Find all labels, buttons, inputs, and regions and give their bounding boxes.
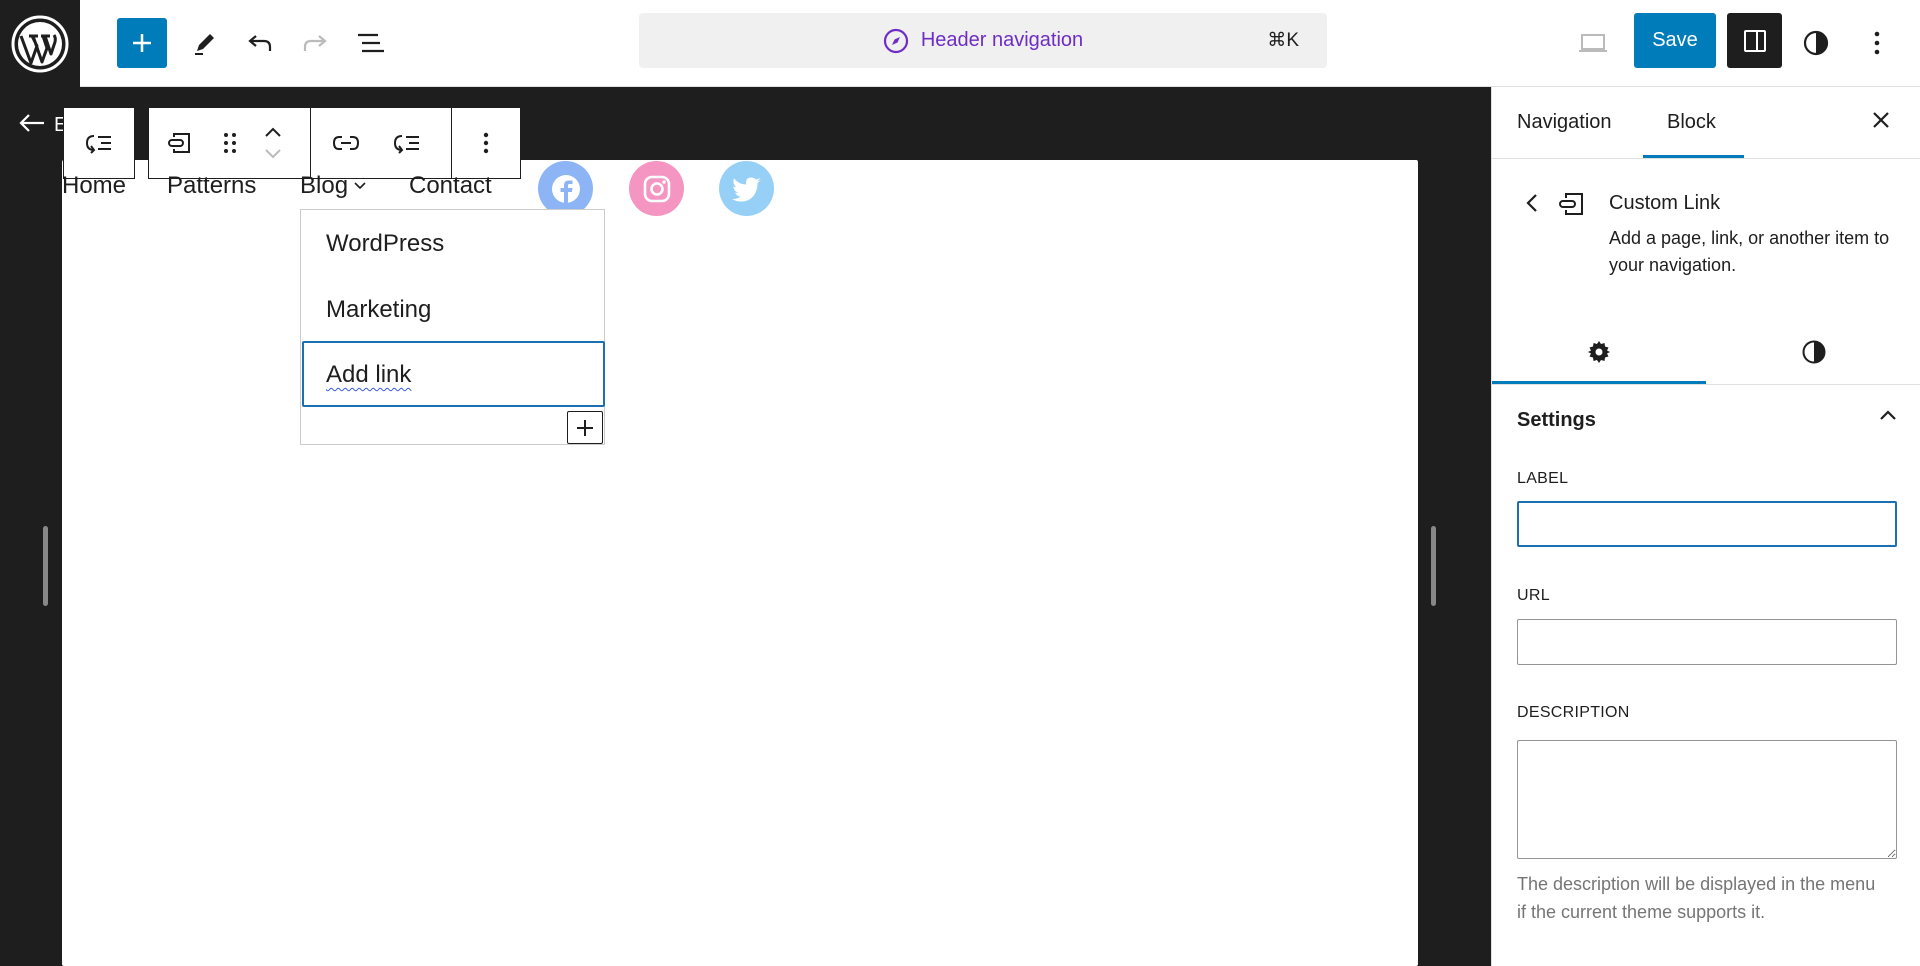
select-parent-button[interactable]	[63, 107, 135, 179]
instagram-icon	[643, 175, 670, 202]
close-icon	[1873, 112, 1889, 128]
vertical-ellipsis-icon	[1874, 31, 1880, 55]
nav-item-contact[interactable]: Contact	[409, 172, 492, 200]
tab-navigation[interactable]: Navigation	[1517, 111, 1612, 134]
block-appender-button[interactable]	[567, 411, 603, 444]
settings-sidebar: Navigation Block Custom Link Add a page,…	[1491, 87, 1920, 966]
gear-icon	[1588, 341, 1610, 363]
editor-canvas	[62, 160, 1418, 966]
submenu-item-marketing[interactable]: Marketing	[326, 296, 431, 324]
nav-item-home[interactable]: Home	[62, 172, 126, 200]
top-toolbar: Header navigation ⌘K Save	[0, 0, 1920, 87]
sidebar-icon	[1743, 29, 1766, 52]
close-sidebar-button[interactable]	[1868, 107, 1894, 133]
add-submenu-icon	[394, 135, 420, 154]
drag-handle[interactable]	[209, 108, 252, 178]
block-toolbar	[148, 107, 521, 179]
settings-panel-toggle[interactable]: Settings	[1517, 409, 1897, 432]
settings-toggle-button[interactable]	[1727, 13, 1782, 68]
plus-icon	[577, 419, 593, 436]
add-submenu-button[interactable]	[381, 108, 433, 178]
description-field-label: DESCRIPTION	[1517, 704, 1630, 721]
custom-link-icon	[168, 133, 191, 153]
nav-item-label: Blog	[300, 172, 349, 199]
block-card: Custom Link Add a page, link, or another…	[1492, 159, 1920, 279]
settings-panel-title: Settings	[1517, 409, 1596, 431]
description-textarea[interactable]	[1517, 740, 1897, 859]
redo-button[interactable]	[290, 18, 340, 68]
nav-item-blog[interactable]: Blog	[300, 172, 366, 200]
plus-icon	[133, 34, 151, 52]
sidebar-tabs: Navigation Block	[1492, 87, 1920, 159]
description-help-text: The description will be displayed in the…	[1517, 874, 1876, 922]
desktop-icon	[1579, 34, 1607, 52]
command-shortcut: ⌘K	[1267, 30, 1299, 51]
compass-icon	[883, 28, 908, 53]
submenu-item-add-link[interactable]: Add link	[302, 341, 605, 407]
link-icon	[333, 136, 360, 150]
redo-icon	[303, 35, 327, 51]
undo-icon	[248, 35, 272, 51]
tab-settings[interactable]	[1492, 319, 1706, 385]
preview-device-button[interactable]	[1568, 18, 1618, 68]
drag-handle-icon	[224, 133, 237, 153]
chevron-up-icon	[1880, 410, 1896, 420]
label-field-label: LABEL	[1517, 470, 1569, 487]
url-input[interactable]	[1517, 619, 1897, 665]
facebook-icon	[551, 174, 580, 203]
canvas-resize-handle-right[interactable]	[1431, 526, 1436, 606]
save-button[interactable]: Save	[1634, 13, 1716, 68]
social-link-facebook[interactable]	[538, 161, 593, 216]
contrast-icon	[1802, 340, 1826, 364]
document-overview-button[interactable]	[346, 18, 396, 68]
move-buttons	[252, 108, 295, 178]
arrow-left-icon	[19, 114, 44, 132]
back-button[interactable]	[18, 112, 46, 134]
twitter-icon	[731, 177, 761, 201]
submenu-item-wordpress[interactable]: WordPress	[326, 230, 444, 258]
options-menu-button[interactable]	[1852, 18, 1902, 68]
add-link-text[interactable]: Add link	[326, 361, 411, 389]
pencil-icon	[195, 34, 214, 55]
edit-link-button[interactable]	[311, 108, 381, 178]
wordpress-logo-icon	[11, 15, 69, 72]
command-label: Header navigation	[920, 29, 1084, 51]
contrast-icon	[1803, 30, 1829, 56]
styles-button[interactable]	[1791, 18, 1841, 68]
tools-button[interactable]	[180, 18, 230, 68]
active-tab-indicator	[1643, 155, 1744, 158]
url-field-label: URL	[1517, 587, 1550, 604]
vertical-ellipsis-icon	[483, 132, 489, 154]
chevron-up-icon[interactable]	[264, 127, 282, 137]
chevron-left-icon	[1526, 194, 1537, 212]
block-type-button[interactable]	[149, 108, 209, 178]
nav-item-patterns[interactable]: Patterns	[167, 172, 256, 200]
add-block-button[interactable]	[117, 18, 167, 68]
nav-item-label: Home	[62, 172, 127, 199]
chevron-down-icon	[354, 182, 366, 190]
chevron-down-icon[interactable]	[264, 149, 282, 159]
wordpress-logo-button[interactable]	[0, 0, 80, 87]
custom-link-icon	[1557, 191, 1585, 217]
back-to-parent-button[interactable]	[1526, 193, 1538, 213]
inspector-tabs	[1492, 319, 1920, 385]
nav-item-label: Contact	[409, 172, 492, 199]
command-palette-button[interactable]: Header navigation ⌘K	[639, 13, 1327, 68]
social-link-twitter[interactable]	[719, 161, 774, 216]
list-view-icon	[358, 33, 384, 53]
block-card-title: Custom Link	[1609, 192, 1721, 214]
label-input[interactable]	[1517, 501, 1897, 547]
social-link-instagram[interactable]	[629, 161, 684, 216]
block-card-description: Add a page, link, or another item to you…	[1609, 228, 1890, 275]
canvas-resize-handle-left[interactable]	[43, 526, 48, 606]
tab-block[interactable]: Block	[1667, 111, 1716, 134]
submenu-container: WordPress Marketing Add link	[300, 209, 605, 445]
undo-button[interactable]	[235, 18, 285, 68]
nav-item-label: Patterns	[167, 172, 257, 199]
block-options-button[interactable]	[452, 108, 520, 178]
tab-styles[interactable]	[1707, 319, 1920, 385]
parent-submenu-icon	[85, 135, 111, 154]
active-tab-indicator	[1492, 381, 1706, 384]
